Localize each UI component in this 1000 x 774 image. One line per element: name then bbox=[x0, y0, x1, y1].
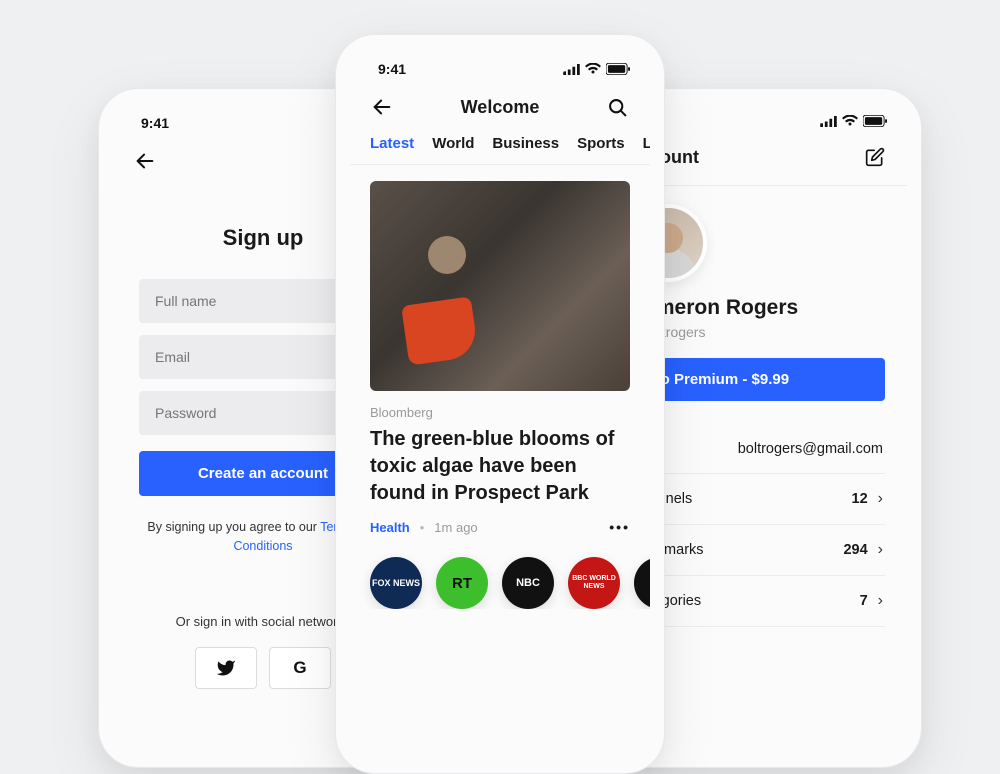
conditions-link[interactable]: Conditions bbox=[233, 539, 292, 553]
tab-business[interactable]: Business bbox=[492, 135, 559, 152]
channel-list: FOX NEWS RT NBC BBC WORLD NEWS bbox=[350, 535, 650, 609]
arrow-left-icon bbox=[371, 96, 393, 118]
back-button[interactable] bbox=[133, 149, 157, 173]
tab-latest[interactable]: Latest bbox=[370, 135, 414, 152]
status-icons bbox=[563, 63, 630, 75]
edit-button[interactable] bbox=[863, 145, 887, 169]
account-channels-row[interactable]: Channels 12› bbox=[629, 474, 885, 525]
page-title: Welcome bbox=[461, 97, 540, 118]
signal-icon bbox=[820, 116, 837, 127]
phone-feed: 9:41 Welcome Latest World Business Sport… bbox=[335, 34, 665, 774]
search-icon bbox=[607, 97, 628, 118]
channel-more[interactable] bbox=[634, 557, 650, 609]
twitter-icon bbox=[216, 658, 236, 678]
channel-bbc[interactable]: BBC WORLD NEWS bbox=[568, 557, 620, 609]
account-bookmarks-row[interactable]: Bookmarks 294› bbox=[629, 525, 885, 576]
twitter-login-button[interactable] bbox=[195, 647, 257, 689]
account-handle: @boltrogers bbox=[629, 324, 885, 340]
chevron-right-icon: › bbox=[878, 592, 883, 610]
channel-nbc[interactable]: NBC bbox=[502, 557, 554, 609]
google-login-button[interactable]: G bbox=[269, 647, 331, 689]
status-bar: 9:41 bbox=[350, 49, 650, 85]
chevron-right-icon: › bbox=[878, 490, 883, 508]
header: Welcome bbox=[350, 85, 650, 133]
search-button[interactable] bbox=[606, 95, 630, 119]
back-button[interactable] bbox=[370, 95, 394, 119]
article-more-button[interactable]: ••• bbox=[609, 519, 630, 535]
wifi-icon bbox=[585, 63, 601, 75]
google-icon: G bbox=[293, 658, 306, 678]
status-icons bbox=[820, 115, 887, 127]
premium-button[interactable]: Go Premium - $9.99 bbox=[629, 358, 885, 401]
battery-icon bbox=[863, 115, 887, 127]
account-email-row[interactable]: boltrogers@gmail.com bbox=[629, 425, 885, 474]
category-tabs: Latest World Business Sports Life bbox=[350, 133, 650, 165]
account-categories-row[interactable]: Categories 7› bbox=[629, 576, 885, 627]
account-email: boltrogers@gmail.com bbox=[738, 441, 883, 457]
tab-world[interactable]: World bbox=[432, 135, 474, 152]
tab-sports[interactable]: Sports bbox=[577, 135, 625, 152]
wifi-icon bbox=[842, 115, 858, 127]
account-name: Cameron Rogers bbox=[629, 296, 885, 320]
channel-rt[interactable]: RT bbox=[436, 557, 488, 609]
article-card[interactable]: Bloomberg The green-blue blooms of toxic… bbox=[350, 165, 650, 535]
arrow-left-icon bbox=[134, 150, 156, 172]
channel-fox[interactable]: FOX NEWS bbox=[370, 557, 422, 609]
article-image bbox=[370, 181, 630, 391]
article-category[interactable]: Health bbox=[370, 520, 410, 535]
status-time: 9:41 bbox=[141, 115, 169, 131]
status-time: 9:41 bbox=[378, 61, 406, 77]
article-time: 1m ago bbox=[434, 520, 477, 535]
chevron-right-icon: › bbox=[878, 541, 883, 559]
article-title: The green-blue blooms of toxic algae hav… bbox=[370, 426, 630, 507]
edit-icon bbox=[865, 147, 885, 167]
article-source: Bloomberg bbox=[370, 405, 630, 420]
tab-life[interactable]: Life bbox=[643, 135, 650, 152]
battery-icon bbox=[606, 63, 630, 75]
